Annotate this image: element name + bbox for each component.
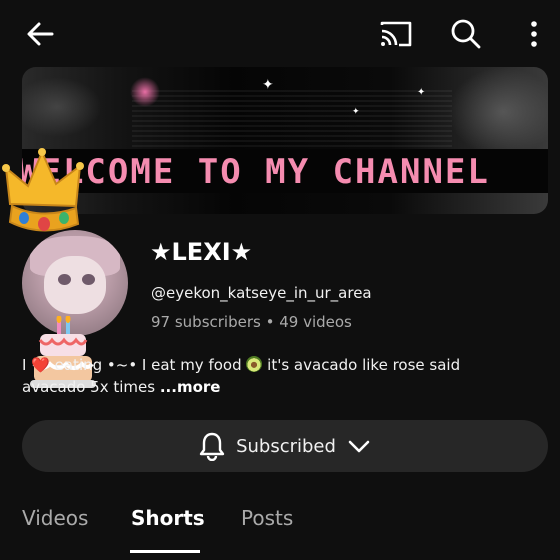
tab-videos[interactable]: Videos [22,506,88,530]
chevron-down-icon [348,440,370,453]
more-options-button[interactable] [516,12,552,56]
banner-texture [132,87,452,147]
top-app-bar [0,0,560,66]
description-text: I ❤️ eating •~• I eat my food [22,356,242,374]
tab-shorts[interactable]: Shorts [131,506,205,530]
banner-sparkle: ✦ [417,87,426,98]
banner-glow [448,67,548,157]
avatar-eye [58,274,71,285]
tab-posts[interactable]: Posts [241,506,293,530]
active-tab-indicator [130,550,200,553]
banner-sparkle: ✦ [352,107,360,117]
avatar-face [44,256,106,314]
more-link[interactable]: ...more [160,378,221,396]
banner-sparkle: ✦ [262,77,274,93]
channel-name: ★LEXI★ [150,238,253,266]
description-text: it's avacado like rose said [267,356,461,374]
bell-icon [199,432,225,461]
banner-glow [22,77,102,137]
subscribed-label: Subscribed [236,435,336,457]
avocado-icon [246,356,263,372]
cast-icon [380,21,412,47]
description-text: avacado 5x times [22,378,156,396]
channel-tabs: Videos Shorts Posts [0,496,560,560]
more-vert-icon [531,21,537,47]
channel-stats: 97 subscribers • 49 videos [151,313,352,331]
search-button[interactable] [444,12,488,56]
banner-sparkle [130,77,160,107]
search-icon [451,19,481,49]
channel-handle: @eyekon_katseye_in_ur_area [151,284,372,302]
subscribed-button[interactable]: Subscribed [22,420,548,472]
avatar-eye [82,274,95,285]
back-button[interactable] [18,12,62,56]
arrow-left-icon [27,22,54,46]
cast-button[interactable] [372,12,420,56]
banner-title: WELCOME TO MY CHANNEL [22,155,490,189]
description-line: avacado 5x times ...more [22,376,492,398]
channel-description[interactable]: I ❤️ eating •~• I eat my food it's avaca… [22,354,492,398]
channel-banner[interactable]: ✦ ✦ ✦ WELCOME TO MY CHANNEL [22,67,548,214]
